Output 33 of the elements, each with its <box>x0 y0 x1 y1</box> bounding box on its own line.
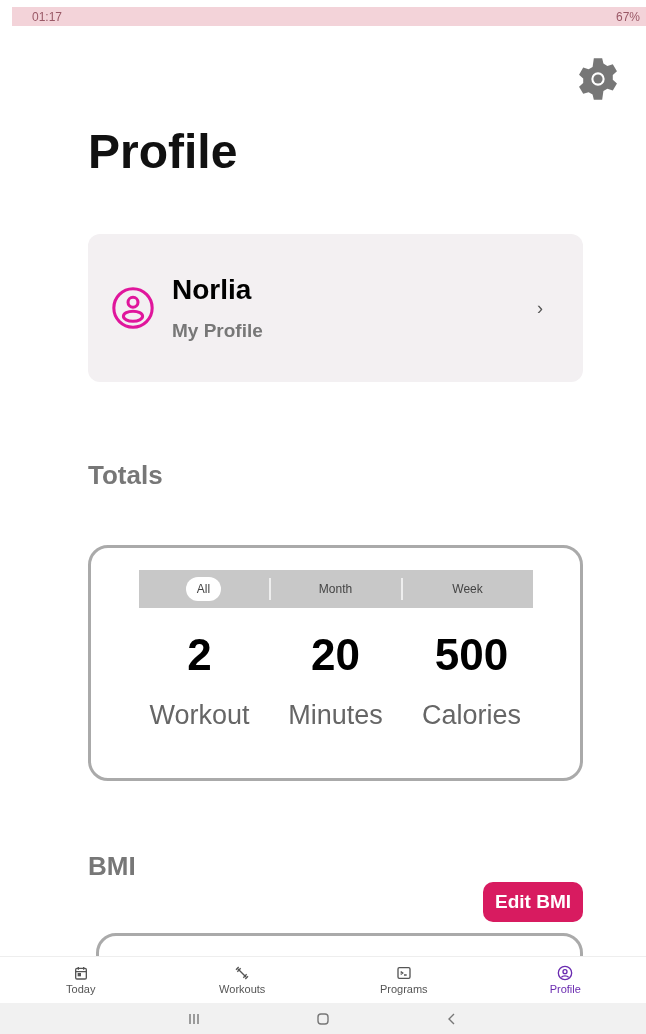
stat-label: Calories <box>421 700 521 731</box>
profile-icon <box>557 965 574 981</box>
recents-icon[interactable] <box>188 1012 201 1025</box>
page-title: Profile <box>88 124 239 179</box>
battery-level: 67% <box>615 9 640 24</box>
profile-card[interactable]: Norlia My Profile › <box>88 234 583 382</box>
period-tab[interactable]: All <box>138 577 269 601</box>
home-icon[interactable] <box>317 1012 329 1025</box>
profile-name: Norlia <box>172 274 253 306</box>
stat-label: Workout <box>149 700 250 731</box>
calendar-icon <box>72 965 89 981</box>
status-time: 01:17 <box>32 9 63 24</box>
dumbbell-icon <box>234 965 251 981</box>
period-tab[interactable]: Month <box>270 577 401 601</box>
edit-bmi-button[interactable]: Edit BMI <box>483 882 583 922</box>
nav-tab[interactable]: Workouts <box>161 957 323 1003</box>
period-label: Week <box>451 581 484 598</box>
stat-value: 2 <box>187 630 212 680</box>
nav-tab[interactable]: Profile <box>484 957 646 1003</box>
user-icon <box>110 285 156 331</box>
terminal-icon <box>395 965 412 981</box>
stat-value: 500 <box>434 630 509 680</box>
stat-value: 20 <box>311 630 360 680</box>
period-tab[interactable]: Week <box>402 577 533 601</box>
section-heading: Totals <box>88 460 164 491</box>
nav-tab[interactable]: Programs <box>323 957 485 1003</box>
period-label: All <box>185 577 222 601</box>
period-label: Month <box>317 581 354 598</box>
profile-subtitle: My Profile <box>172 320 264 342</box>
chevron-icon: › <box>537 297 543 319</box>
nav-tab[interactable]: Today <box>0 957 162 1003</box>
section-heading: BMI <box>88 851 137 882</box>
stat-label: Minutes <box>288 700 383 731</box>
